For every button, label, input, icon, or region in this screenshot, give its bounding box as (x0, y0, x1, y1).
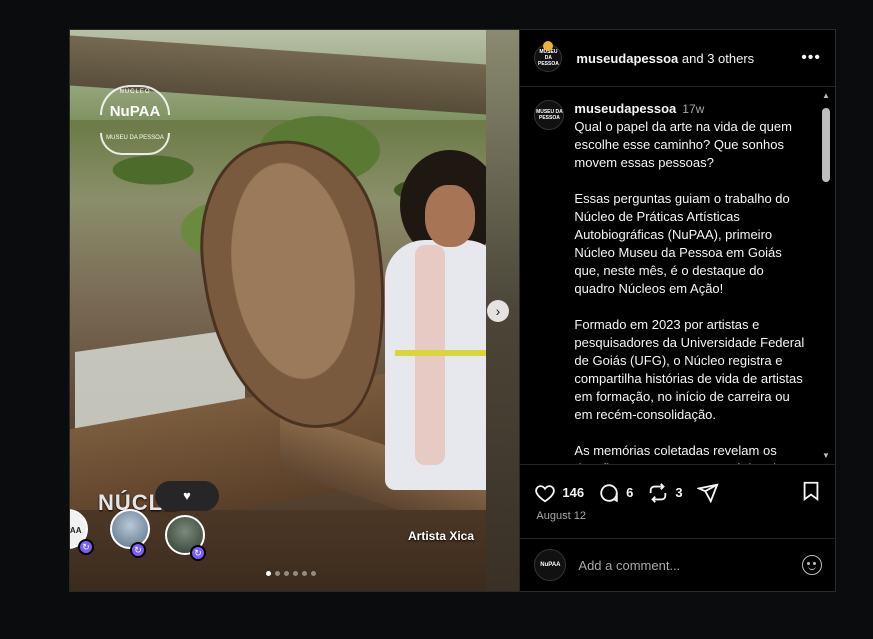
author-link[interactable]: museudapessoa (576, 51, 678, 66)
caption-author-avatar[interactable]: MUSEU DA PESSOA (534, 100, 565, 130)
repost-count: 3 (675, 485, 683, 500)
slide-dot (302, 571, 307, 576)
slide-dot (293, 571, 298, 576)
collaborator-avatars: ♥ NuPAA ↻ ↻ ↻ (70, 481, 230, 565)
more-options-icon[interactable]: ••• (801, 49, 821, 67)
caption-paragraph: Qual o papel da arte na vida de quem esc… (574, 119, 792, 170)
collab-badge-icon: ↻ (78, 539, 94, 555)
post-modal: NÚCLEO NuPAA MUSEU DA PESSOA NÚCLE Artis… (69, 29, 837, 592)
caption-paragraph: Formado em 2023 por artistas e pesquisad… (574, 317, 805, 422)
slide-indicator (266, 571, 316, 576)
caption-area[interactable]: MUSEU DA PESSOA museudapessoa 17w Qual o … (520, 88, 836, 464)
slide-dot (311, 571, 316, 576)
collab-others-link[interactable]: and 3 others (678, 51, 754, 66)
author-names: museudapessoa and 3 others (576, 51, 754, 66)
post-side-panel: MUSEU DA PESSOA museudapessoa and 3 othe… (519, 30, 837, 591)
post-media[interactable]: NÚCLEO NuPAA MUSEU DA PESSOA NÚCLE Artis… (70, 30, 520, 591)
scroll-thumb[interactable] (822, 108, 830, 182)
caption-paragraph: As memórias coletadas revelam os desafio… (574, 443, 783, 464)
nupaa-logo: NÚCLEO NuPAA MUSEU DA PESSOA (100, 85, 170, 155)
repost-button[interactable]: 3 (647, 482, 683, 504)
slide-dot (266, 571, 271, 576)
bookmark-icon (804, 481, 819, 502)
like-button[interactable]: 146 (534, 482, 584, 504)
next-slide-button[interactable]: › (487, 300, 509, 322)
save-button[interactable] (800, 480, 822, 505)
heart-icon: ♥ (183, 488, 191, 503)
slide-dot (275, 571, 280, 576)
comment-input[interactable] (578, 557, 803, 573)
comment-button[interactable]: 6 (598, 482, 633, 504)
comment-count: 6 (626, 485, 634, 500)
emoji-icon[interactable] (802, 555, 823, 575)
artist-figure (375, 150, 486, 490)
repost-icon (650, 482, 667, 503)
collab-badge-icon: ↻ (130, 542, 146, 558)
like-notification-bubble: ♥ (155, 481, 219, 511)
share-button[interactable] (696, 482, 725, 504)
scroll-up-icon[interactable]: ▲ (820, 90, 832, 102)
caption-text: museudapessoa 17w Qual o papel da arte na… (574, 100, 804, 464)
comment-box: NuPAA (520, 538, 837, 591)
comment-icon (600, 483, 618, 502)
slide-dot (284, 571, 289, 576)
caption-paragraph: Essas perguntas guiam o trabalho do Núcl… (574, 191, 790, 296)
author-avatar[interactable]: MUSEU DA PESSOA (534, 41, 563, 72)
scroll-down-icon[interactable]: ▼ (820, 450, 832, 462)
heart-icon (535, 484, 556, 502)
photo-credit: Artista Xica (408, 529, 475, 543)
collab-badge-icon: ↻ (190, 545, 206, 561)
caption-scrollbar[interactable]: ▲ ▼ (820, 90, 832, 462)
like-count: 146 (562, 485, 585, 500)
current-user-avatar: NuPAA (534, 549, 567, 581)
chevron-right-icon: › (495, 303, 501, 319)
post-date[interactable]: August 12 (536, 510, 586, 522)
caption-author-link[interactable]: museudapessoa (574, 101, 676, 116)
collaborator-avatar[interactable] (110, 509, 150, 549)
post-header: MUSEU DA PESSOA museudapessoa and 3 othe… (520, 30, 835, 87)
caption-time[interactable]: 17w (682, 102, 704, 116)
send-icon (696, 483, 719, 503)
